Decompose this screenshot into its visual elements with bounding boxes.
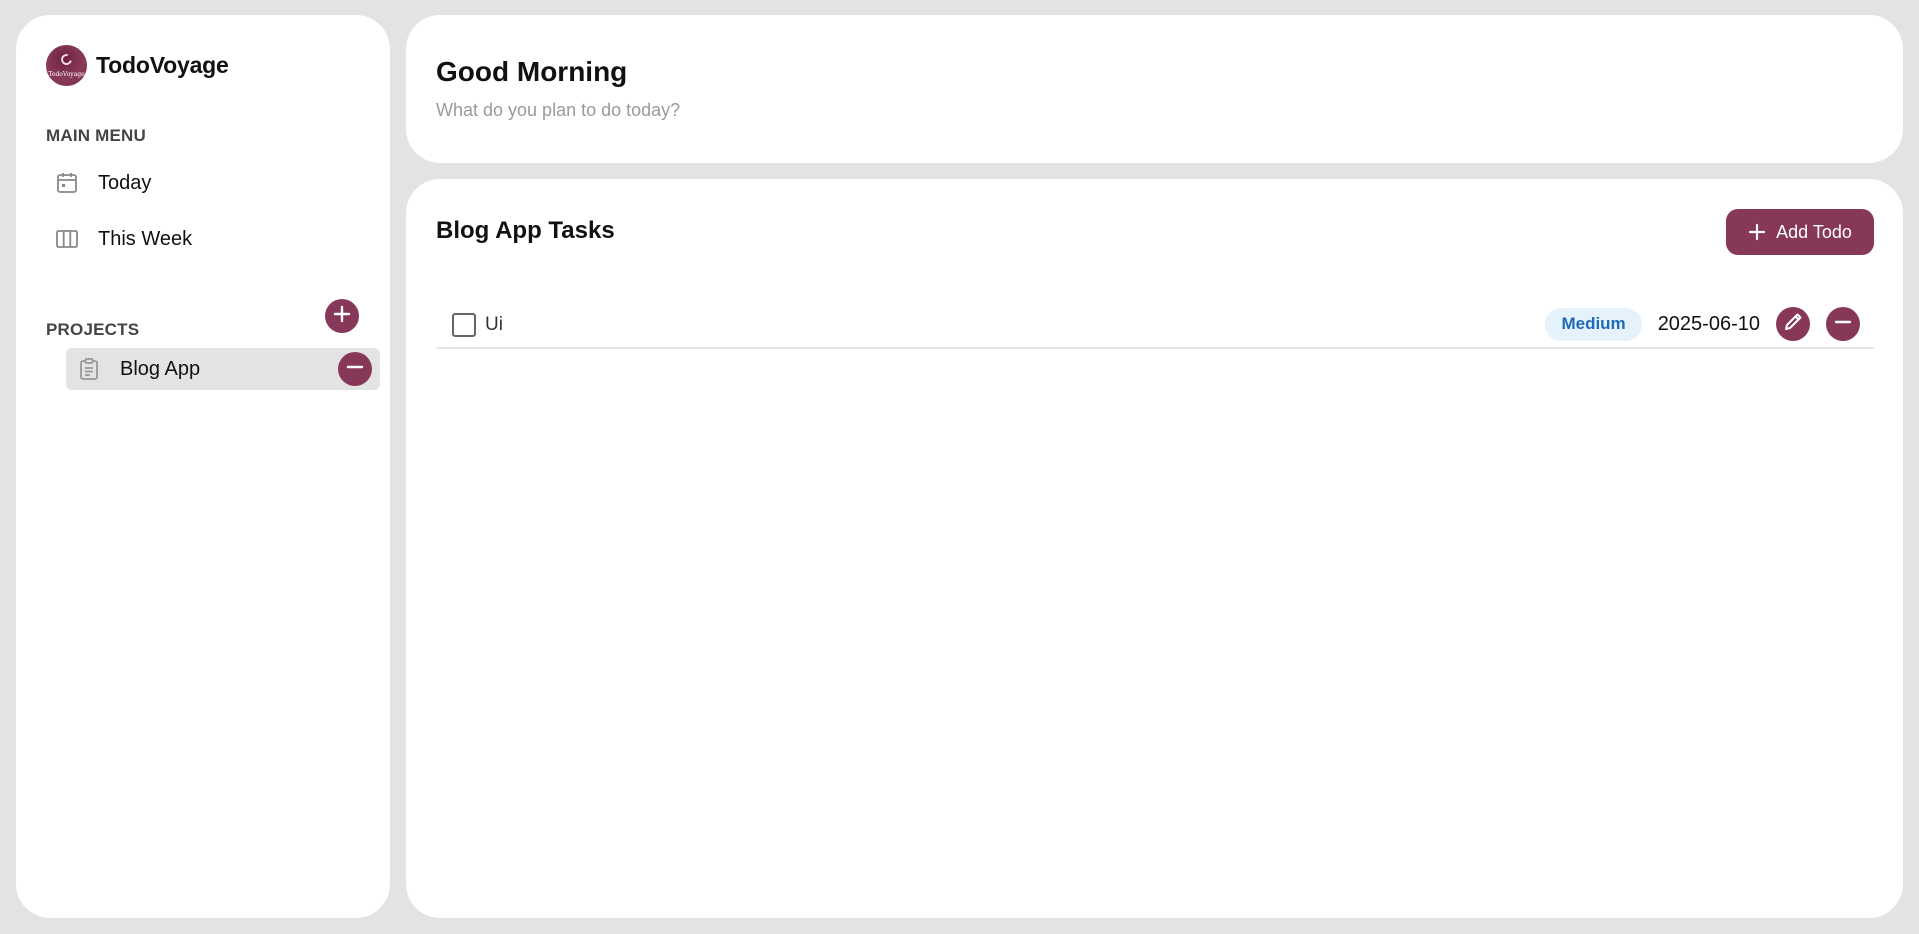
add-todo-label: Add Todo [1776,221,1852,242]
edit-todo-button[interactable] [1776,307,1810,341]
brand[interactable]: TodoVoyage TodoVoyage [46,45,229,86]
add-project-button[interactable] [325,299,359,333]
pencil-icon [1783,312,1803,337]
todo-checkbox[interactable] [452,312,476,337]
brand-logo-text: TodoVoyage [48,71,85,78]
due-date: 2025-06-10 [1657,312,1760,335]
todo-meta: Medium 2025-06-10 [1545,307,1860,341]
nav-item-this-week[interactable]: This Week [54,217,354,261]
columns-icon [54,226,80,252]
add-todo-button[interactable]: Add Todo [1726,209,1874,255]
project-label: Blog App [120,357,201,380]
plus-icon [333,305,351,328]
sidebar: TodoVoyage TodoVoyage MAIN MENU Today Th… [16,15,390,918]
greeting-title: Good Morning [436,56,628,87]
calendar-icon [54,170,80,196]
moon-icon [58,51,75,68]
brand-name: TodoVoyage [96,52,229,78]
nav-item-label: Today [98,171,152,194]
brand-logo: TodoVoyage [46,45,87,86]
nav-item-label: This Week [98,227,193,250]
delete-todo-button[interactable] [1826,307,1860,341]
tasks-card: Blog App Tasks Add Todo Ui Medium 2025-0… [406,179,1903,918]
project-item-blog-app[interactable]: Blog App [66,348,380,390]
clipboard-icon [76,356,102,382]
todo-text: Ui [485,313,503,335]
main-menu-label: MAIN MENU [46,126,147,145]
projects-label: PROJECTS [46,320,140,339]
greeting-subtitle: What do you plan to do today? [436,100,681,120]
remove-project-button[interactable] [338,352,372,386]
plus-icon [1748,223,1766,241]
minus-icon [1834,313,1852,336]
todo-row: Ui Medium 2025-06-10 [436,302,1874,349]
minus-icon [346,358,364,381]
nav-item-today[interactable]: Today [54,161,354,205]
project-title: Blog App Tasks [436,217,615,244]
greeting-card: Good Morning What do you plan to do toda… [406,15,1903,163]
priority-badge: Medium [1545,307,1642,341]
